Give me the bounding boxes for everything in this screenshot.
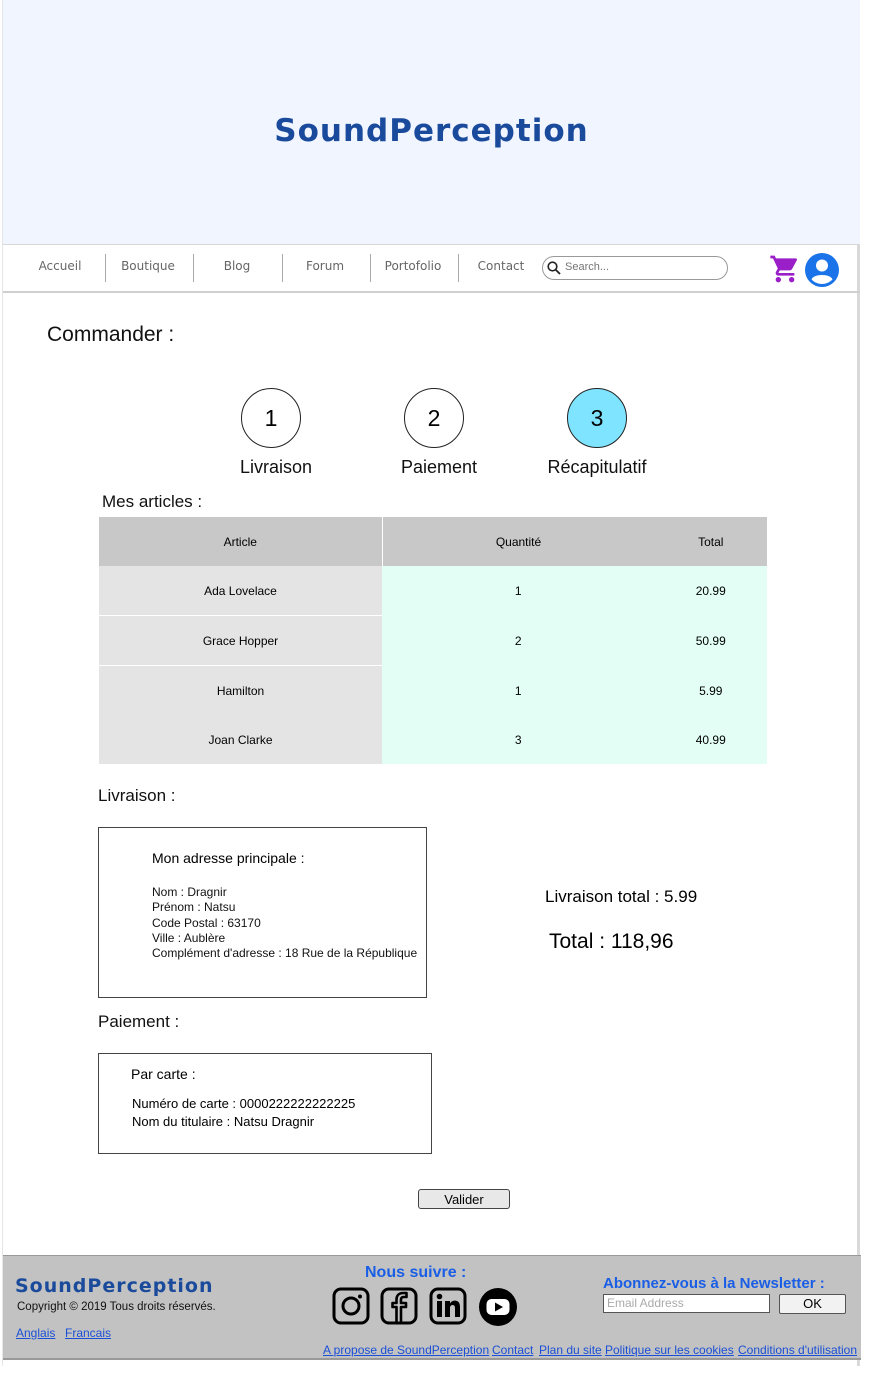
nav-item-blog[interactable]: Blog — [193, 259, 281, 273]
footer: SoundPerception Copyright © 2019 Tous dr… — [3, 1255, 861, 1360]
footer-link-contact[interactable]: Contact — [492, 1343, 533, 1357]
step-2-label: Paiement — [400, 457, 478, 477]
nav-item-forum[interactable]: Forum — [281, 259, 369, 273]
footer-link-about[interactable]: A propose de SoundPerception — [323, 1343, 489, 1357]
articles-table: Article Quantité Total Ada Lovelace 1 20… — [99, 517, 767, 764]
table-row: Hamilton 1 5.99 — [99, 665, 767, 715]
newsletter-title: Abonnez-vous à la Newsletter : — [603, 1275, 825, 1292]
cell-quantity: 1 — [382, 566, 655, 616]
address-line-code-postal: Code Postal : 63170 — [152, 915, 261, 930]
address-line-ville: Ville : Aublère — [152, 930, 226, 945]
facebook-icon[interactable] — [380, 1287, 418, 1325]
card-number: Numéro de carte : 0000222222222225 — [132, 1096, 356, 1111]
follow-title: Nous suivre : — [365, 1264, 467, 1281]
table-row: Ada Lovelace 1 20.99 — [99, 566, 767, 616]
site-title: SoundPerception — [274, 113, 589, 149]
search-input[interactable] — [563, 260, 722, 274]
address-line-nom: Nom : Dragnir — [152, 885, 227, 899]
card-holder: Nom du titulaire : Natsu Dragnir — [132, 1114, 315, 1129]
nav-item-accueil[interactable]: Accueil — [16, 259, 104, 273]
cell-total: 5.99 — [654, 665, 767, 715]
nav-item-portofolio[interactable]: Portofolio — [369, 259, 457, 273]
cell-article: Joan Clarke — [99, 715, 382, 764]
address-line-complement: Complément d'adresse : 18 Rue de la Répu… — [152, 946, 418, 961]
user-account-icon[interactable] — [804, 252, 840, 288]
cell-quantity: 3 — [382, 715, 655, 764]
grand-total: Total : 118,96 — [549, 930, 674, 953]
step-1-label: Livraison — [239, 457, 313, 477]
step-2-circle: 2 — [404, 388, 464, 448]
cell-article: Grace Hopper — [99, 615, 382, 666]
payment-details: Numéro de carte : 0000222222222225 Nom d… — [132, 1095, 355, 1131]
table-row: Joan Clarke 3 40.99 — [99, 715, 767, 764]
cell-quantity: 2 — [382, 615, 655, 666]
hero-banner: SoundPerception — [3, 0, 860, 245]
page-title: Commander : — [47, 323, 175, 346]
cell-article: Ada Lovelace — [99, 566, 382, 616]
newsletter-ok-button[interactable]: OK — [779, 1294, 846, 1314]
table-header-row: Article Quantité Total — [99, 517, 767, 566]
nav-item-boutique[interactable]: Boutique — [104, 259, 192, 273]
language-link-anglais[interactable]: Anglais — [16, 1326, 55, 1340]
cell-total: 40.99 — [654, 715, 767, 764]
step-1-circle: 1 — [241, 388, 301, 448]
address-box-title: Mon adresse principale : — [152, 850, 305, 866]
language-link-francais[interactable]: Francais — [65, 1326, 111, 1340]
step-3-label: Récapitulatif — [547, 457, 647, 477]
nav-item-contact[interactable]: Contact — [457, 259, 545, 273]
cart-icon[interactable] — [768, 253, 802, 285]
table-row: Grace Hopper 2 50.99 — [99, 615, 767, 666]
payment-box-title: Par carte : — [131, 1066, 196, 1082]
payment-box: Par carte : Numéro de carte : 0000222222… — [98, 1053, 432, 1154]
instagram-icon[interactable] — [332, 1287, 370, 1325]
address-line-prenom: Prénom : Natsu — [152, 900, 236, 915]
shipping-total: Livraison total : 5.99 — [545, 887, 698, 906]
column-header-article: Article — [99, 517, 383, 566]
column-header-total: Total — [654, 517, 767, 566]
cell-total: 20.99 — [654, 566, 767, 616]
step-3-circle-active: 3 — [567, 388, 627, 448]
footer-link-cookies[interactable]: Politique sur les cookies — [605, 1343, 734, 1357]
cell-article: Hamilton — [99, 665, 382, 715]
cell-quantity: 1 — [382, 665, 655, 715]
footer-copyright: Copyright © 2019 Tous droits réservés. — [17, 1301, 216, 1313]
articles-title: Mes articles : — [102, 492, 203, 511]
footer-brand: SoundPerception — [15, 1275, 214, 1297]
column-header-quantite: Quantité — [382, 517, 655, 566]
address-details: Nom : Dragnir Prénom : Natsu Code Postal… — [152, 885, 417, 961]
youtube-icon[interactable] — [478, 1287, 518, 1327]
address-box: Mon adresse principale : Nom : Dragnir P… — [98, 827, 427, 998]
newsletter-email-input[interactable]: Email Address — [603, 1294, 770, 1313]
paiement-title: Paiement : — [98, 1012, 180, 1031]
cell-total: 50.99 — [654, 615, 767, 666]
footer-link-terms[interactable]: Conditions d'utilisation — [738, 1343, 857, 1357]
valider-button[interactable]: Valider — [418, 1189, 510, 1209]
main-nav: Accueil Boutique Blog Forum Portofolio C… — [3, 245, 860, 293]
search-icon — [547, 261, 561, 275]
livraison-title: Livraison : — [98, 786, 176, 805]
footer-link-sitemap[interactable]: Plan du site — [539, 1343, 602, 1357]
linkedin-icon[interactable] — [429, 1287, 467, 1325]
search-box[interactable] — [542, 256, 728, 280]
